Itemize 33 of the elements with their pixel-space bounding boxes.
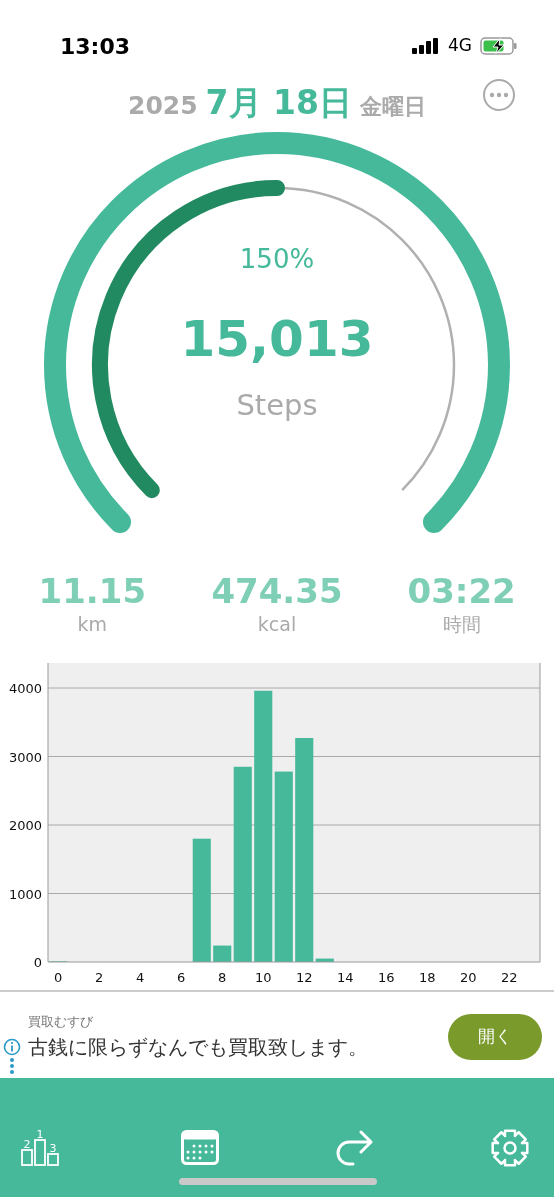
- x-tick-label: 6: [177, 970, 186, 985]
- x-tick-label: 22: [501, 970, 518, 985]
- x-tick-label: 0: [54, 970, 63, 985]
- x-tick-label: 4: [136, 970, 145, 985]
- ad-text: 古銭に限らずなんでも買取致します。: [28, 1033, 368, 1061]
- step-unit: Steps: [236, 388, 318, 422]
- y-tick-label: 1000: [8, 886, 42, 902]
- ad-advertiser: 買取むすび: [28, 1013, 94, 1031]
- x-tick-label: 12: [296, 970, 313, 985]
- stat-value: 03:22: [407, 573, 516, 611]
- step-count: 15,013: [180, 310, 374, 368]
- y-tick-label: 2000: [8, 818, 42, 833]
- y-tick-label: 3000: [8, 749, 42, 765]
- date-year: 2025: [128, 90, 198, 122]
- stat-value: 11.15: [38, 573, 147, 611]
- goal-percent: 150%: [239, 244, 315, 274]
- date-weekday: 金曜日: [360, 93, 426, 121]
- date-month-day: 7月 18日: [205, 78, 352, 128]
- stat-unit: km: [77, 612, 108, 638]
- network-label: 4G: [448, 34, 472, 58]
- x-tick-label: 14: [337, 970, 354, 985]
- x-tick-label: 2: [95, 970, 104, 985]
- y-tick-label: 0: [33, 955, 42, 970]
- stat-unit: 時間: [442, 612, 481, 638]
- x-tick-label: 16: [378, 970, 395, 985]
- stat-value: 474.35: [211, 573, 343, 611]
- x-tick-label: 18: [419, 970, 436, 985]
- x-tick-label: 10: [255, 970, 272, 985]
- x-tick-label: 20: [460, 970, 477, 985]
- y-tick-label: 4000: [8, 681, 42, 696]
- x-tick-label: 8: [218, 970, 227, 985]
- stat-unit: kcal: [257, 612, 297, 638]
- status-time: 13:03: [60, 32, 131, 61]
